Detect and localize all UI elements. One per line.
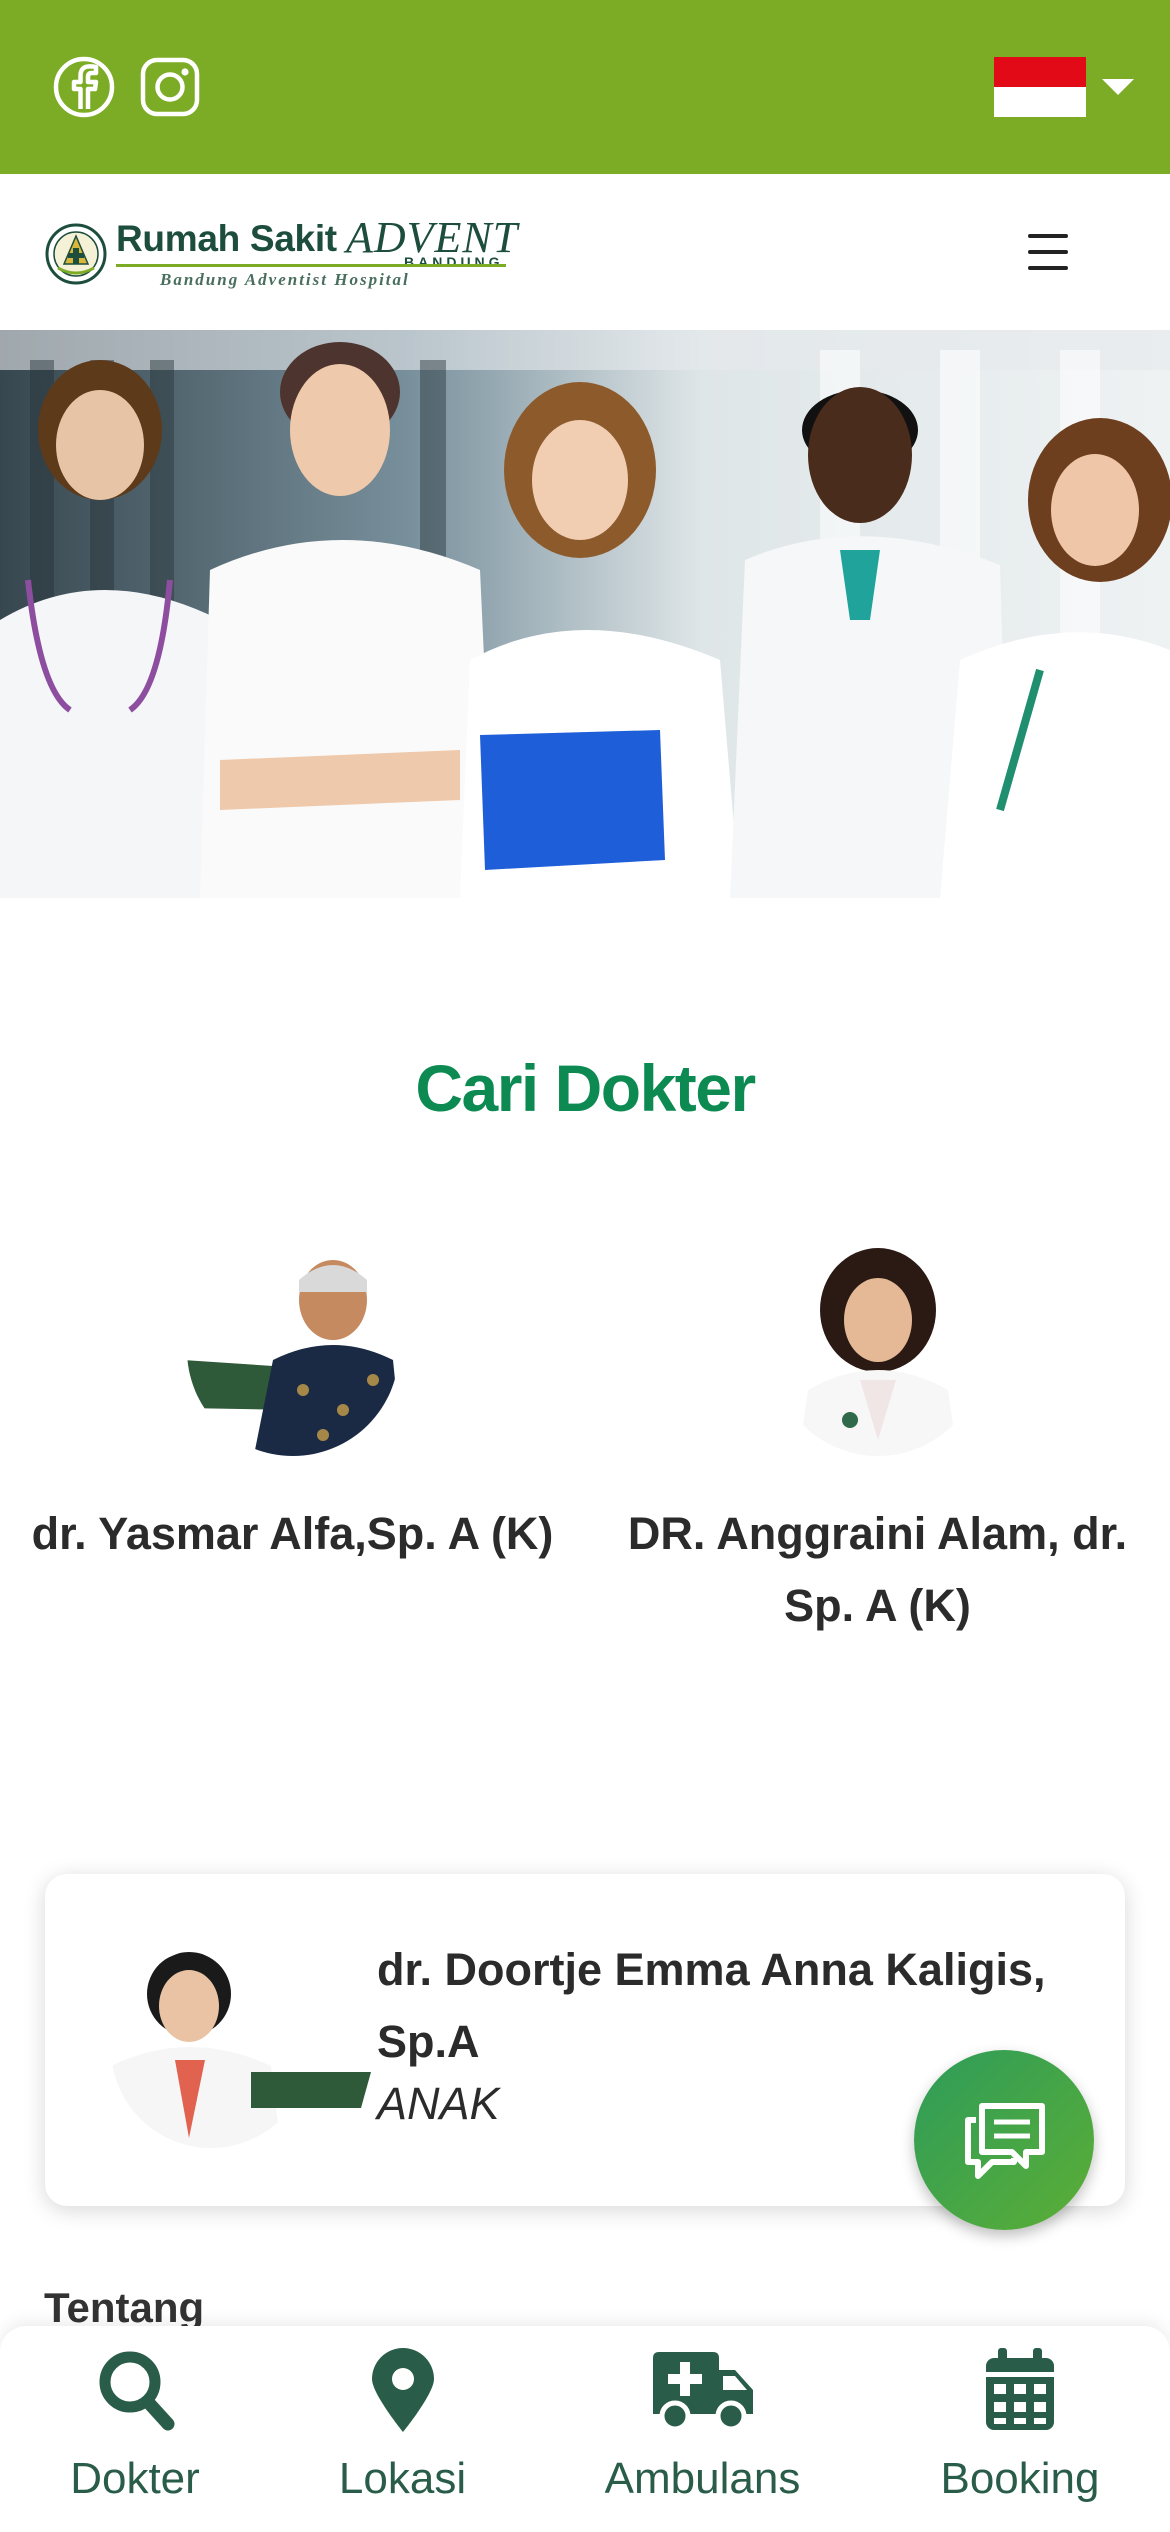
logo-title: Rumah Sakit [116, 218, 337, 259]
nav-label: Ambulans [604, 2454, 801, 2503]
doctor-photo [111, 1948, 371, 2148]
hero-banner-image [0, 330, 1170, 898]
caret-down-icon [1102, 79, 1134, 95]
hospital-logo[interactable]: Rumah Sakit ADVENT BANDUNG Bandung Adven… [44, 213, 534, 294]
doctor-card[interactable]: DR. Anggraini Alam, dr. Sp. A (K) [585, 1240, 1170, 1642]
chat-button[interactable] [914, 2050, 1094, 2230]
facebook-icon[interactable] [52, 55, 116, 119]
nav-label: Dokter [70, 2454, 200, 2503]
instagram-icon[interactable] [138, 55, 202, 119]
language-selector[interactable] [994, 55, 1134, 119]
hamburger-menu-icon[interactable] [1024, 230, 1076, 274]
nav-item-dokter[interactable]: Dokter [40, 2326, 230, 2532]
chat-bubbles-icon [965, 2103, 1045, 2179]
calendar-icon [986, 2348, 1054, 2430]
nav-item-booking[interactable]: Booking [920, 2326, 1120, 2532]
about-heading: Tentang [44, 2284, 205, 2331]
search-icon [99, 2351, 175, 2431]
logo-divider [116, 264, 506, 267]
doctor-name: dr. Yasmar Alfa,Sp. A (K) [31, 1508, 554, 1559]
nav-item-ambulans[interactable]: Ambulans [585, 2326, 820, 2532]
logo-tagline: Bandung Adventist Hospital [160, 270, 410, 289]
hospital-emblem-icon [45, 223, 107, 285]
doctor-photo [771, 1244, 984, 1456]
nav-label: Lokasi [338, 2454, 467, 2503]
featured-doctor-specialty: ANAK [377, 2078, 500, 2129]
section-title: Cari Dokter [415, 1051, 756, 1125]
location-pin-icon [372, 2348, 434, 2432]
doctor-card[interactable]: dr. Yasmar Alfa,Sp. A (K) [0, 1240, 585, 1570]
bottom-navigation: Dokter Lokasi Ambulans Booking [0, 2326, 1170, 2532]
doctor-photo [186, 1244, 399, 1456]
logo-city: BANDUNG [404, 254, 504, 270]
nav-item-lokasi[interactable]: Lokasi [310, 2326, 495, 2532]
nav-label: Booking [940, 2454, 1100, 2503]
indonesia-flag-icon [994, 57, 1086, 117]
site-header: Rumah Sakit ADVENT BANDUNG Bandung Adven… [0, 174, 1170, 330]
top-bar [0, 0, 1170, 174]
ambulance-icon [653, 2352, 753, 2432]
doctor-name: DR. Anggraini Alam, dr. Sp. A (K) [627, 1508, 1128, 1631]
